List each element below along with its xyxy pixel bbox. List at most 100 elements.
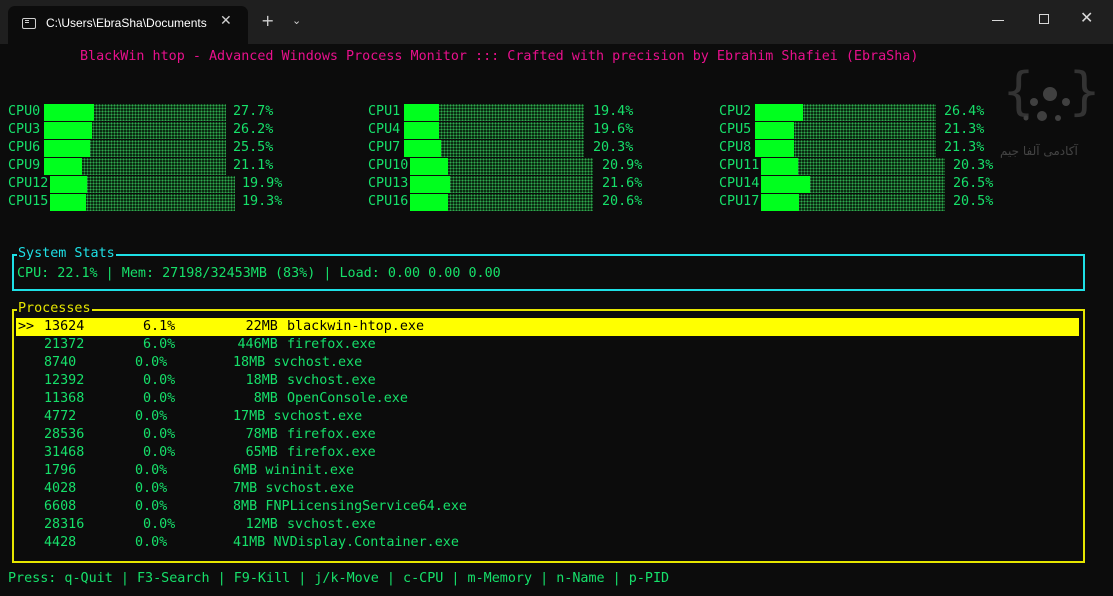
cpu-usage-fill <box>755 140 794 157</box>
cpu-usage-fill <box>44 158 82 175</box>
process-name: FNPLicensingService64.exe <box>265 499 467 514</box>
cpu-label: CPU0 <box>8 104 41 119</box>
cpu-usage-fill <box>760 176 810 193</box>
process-memory: 65MB <box>245 445 278 460</box>
chevron-down-icon[interactable]: ⌄ <box>292 14 301 27</box>
cpu-usage-fill <box>49 194 86 211</box>
cpu-label: CPU2 <box>719 104 752 119</box>
process-name: NVDisplay.Container.exe <box>273 535 459 550</box>
maximize-icon[interactable] <box>1039 14 1049 24</box>
cpu-usage-bar <box>44 122 226 139</box>
process-name: firefox.exe <box>287 337 376 352</box>
process-name: OpenConsole.exe <box>287 391 408 406</box>
process-memory: 12MB <box>245 517 278 532</box>
process-memory: 18MB <box>233 355 266 370</box>
cpu-usage-bar <box>755 140 936 157</box>
svg-text:}: } <box>1068 62 1101 122</box>
minimize-icon[interactable] <box>992 20 1004 21</box>
cpu-usage-bar <box>404 104 584 121</box>
process-memory: 7MB <box>233 481 258 496</box>
process-cpu: 0.0% <box>143 427 176 442</box>
cpu-percent: 21.1% <box>233 158 274 173</box>
cpu-percent: 20.6% <box>602 194 643 209</box>
cpu-usage-bar <box>49 194 235 211</box>
cpu-usage-fill <box>404 122 439 139</box>
cpu-percent: 21.3% <box>944 140 985 155</box>
terminal-tab[interactable]: C:\Users\EbraSha\Documents ✕ <box>8 6 248 44</box>
cpu-usage-fill <box>755 122 794 139</box>
process-memory: 8MB <box>253 391 278 406</box>
process-cpu: 0.0% <box>143 373 176 388</box>
cpu-label: CPU14 <box>719 176 760 191</box>
process-pid: 4028 <box>44 481 77 496</box>
cpu-percent: 20.5% <box>953 194 994 209</box>
process-name: svchost.exe <box>265 481 355 496</box>
cpu-label: CPU9 <box>8 158 41 173</box>
cpu-usage-fill <box>755 104 803 121</box>
process-name: firefox.exe <box>287 445 376 460</box>
process-cpu: 0.0% <box>135 535 168 550</box>
process-pid: 28316 <box>44 517 85 532</box>
cpu-usage-bar <box>404 140 584 157</box>
cpu-percent: 19.9% <box>242 176 283 191</box>
cpu-usage-fill <box>44 104 94 121</box>
terminal-content[interactable]: BlackWin htop - Advanced Windows Process… <box>0 44 1113 596</box>
system-stats-title: System Stats <box>17 245 116 263</box>
cpu-percent: 26.4% <box>944 104 985 119</box>
watermark-text: آکادمی آلفا جیم <box>1000 144 1078 158</box>
process-cpu: 6.0% <box>143 337 176 352</box>
process-cpu: 0.0% <box>135 481 168 496</box>
cpu-percent: 19.3% <box>242 194 283 209</box>
cpu-percent: 19.6% <box>593 122 634 137</box>
close-window-icon[interactable]: ✕ <box>1080 8 1093 27</box>
tab-title: C:\Users\EbraSha\Documents <box>46 16 207 30</box>
cpu-usage-fill <box>409 176 450 193</box>
process-cpu: 0.0% <box>143 445 176 460</box>
process-cpu: 0.0% <box>135 499 168 514</box>
process-pid: 4772 <box>44 409 77 424</box>
process-pid: 31468 <box>44 445 85 460</box>
process-pid: 13624 <box>44 319 85 334</box>
cpu-label: CPU5 <box>719 122 752 137</box>
system-stats-line: CPU: 22.1% | Mem: 27198/32453MB (83%) | … <box>17 266 501 281</box>
cpu-usage-fill <box>409 194 448 211</box>
new-tab-icon[interactable]: + <box>261 11 274 30</box>
process-pid: 4428 <box>44 535 77 550</box>
header-banner: BlackWin htop - Advanced Windows Process… <box>80 49 919 64</box>
cpu-usage-bar <box>44 104 226 121</box>
cpu-percent: 25.5% <box>233 140 274 155</box>
process-name: svchost.exe <box>273 355 363 370</box>
process-name: svchost.exe <box>287 517 376 532</box>
process-memory: 41MB <box>233 535 266 550</box>
cpu-usage-fill <box>760 158 798 175</box>
process-cpu: 0.0% <box>135 355 168 370</box>
cpu-usage-bar <box>404 122 584 139</box>
process-name: svchost.exe <box>287 373 376 388</box>
process-pid: 12392 <box>44 373 85 388</box>
cpu-percent: 27.7% <box>233 104 274 119</box>
process-name: firefox.exe <box>287 427 376 442</box>
process-memory: 78MB <box>245 427 278 442</box>
cpu-percent: 19.4% <box>593 104 634 119</box>
close-tab-icon[interactable]: ✕ <box>220 13 232 29</box>
cpu-usage-bar <box>755 122 936 139</box>
process-cpu: 0.0% <box>143 517 176 532</box>
cpu-usage-bar <box>760 194 945 211</box>
cpu-label: CPU13 <box>368 176 409 191</box>
cpu-usage-fill <box>49 176 87 193</box>
system-stats-panel: System Stats CPU: 22.1% | Mem: 27198/324… <box>12 245 1085 291</box>
cpu-label: CPU12 <box>8 176 49 191</box>
cpu-usage-fill <box>44 122 92 139</box>
cpu-label: CPU17 <box>719 194 760 209</box>
cpu-label: CPU3 <box>8 122 41 137</box>
terminal-icon <box>22 18 36 29</box>
process-memory: 8MB <box>233 499 258 514</box>
academy-logo-icon: { } <box>1002 62 1101 122</box>
cpu-usage-fill <box>404 140 441 157</box>
cpu-percent: 21.3% <box>944 122 985 137</box>
cpu-label: CPU16 <box>368 194 409 209</box>
row-cursor: >> <box>18 319 35 334</box>
cpu-label: CPU8 <box>719 140 752 155</box>
selected-process-row[interactable]: >> 13624 6.1% 22MB blackwin-htop.exe <box>16 318 1079 336</box>
process-pid: 8740 <box>44 355 77 370</box>
